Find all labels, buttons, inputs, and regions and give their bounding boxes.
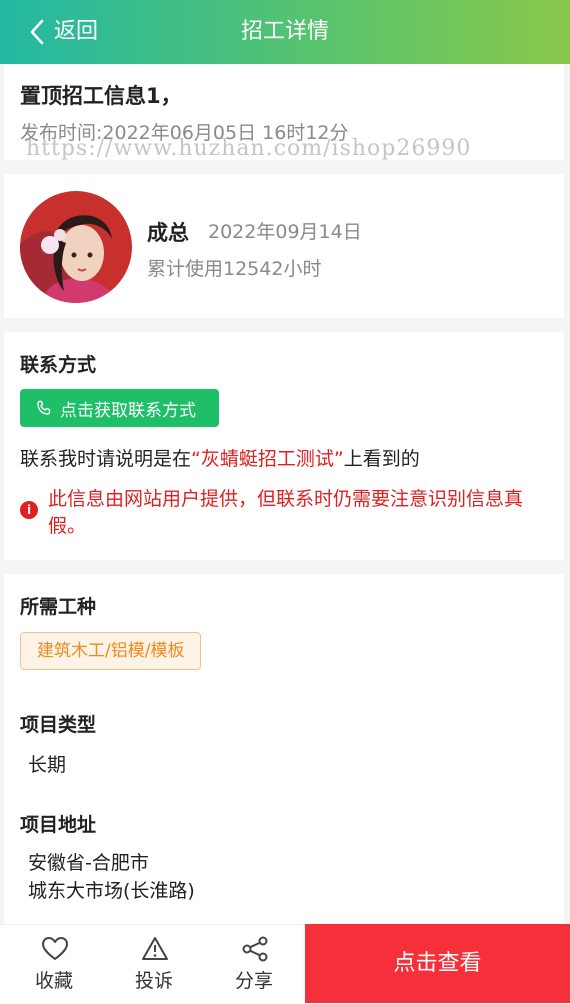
share-icon xyxy=(242,936,268,962)
favorite-button[interactable]: 收藏 xyxy=(4,925,104,1004)
section-divider xyxy=(0,160,570,174)
warning-triangle-icon xyxy=(142,937,168,960)
poster-date: 2022年09月14日 xyxy=(208,221,362,243)
right-gutter xyxy=(564,64,570,924)
watermark: https://www.huzhan.com/ishop26990 xyxy=(26,136,472,161)
warning-text: 此信息由网站用户提供，但联系时仍需要注意识别信息真假。 xyxy=(48,488,524,537)
poster-name: 成总 xyxy=(147,221,189,245)
left-gutter xyxy=(0,64,4,924)
report-button[interactable]: 投诉 xyxy=(104,925,204,1004)
project-address-heading: 项目地址 xyxy=(20,814,97,836)
contact-heading: 联系方式 xyxy=(20,354,97,376)
avatar[interactable] xyxy=(20,191,132,303)
project-address-line2: 城东大市场(长淮路) xyxy=(28,880,195,902)
project-type-heading: 项目类型 xyxy=(20,714,97,736)
trade-tag: 建筑木工/铝模/模板 xyxy=(20,632,202,670)
top-header: 返回 招工详情 xyxy=(0,0,570,64)
phone-icon xyxy=(37,400,51,415)
report-label: 投诉 xyxy=(134,970,173,992)
favorite-label: 收藏 xyxy=(34,970,73,992)
note-prefix: 联系我时请说明是在 xyxy=(20,448,192,470)
get-contact-label: 点击获取联系方式 xyxy=(60,400,196,421)
trade-heading: 所需工种 xyxy=(20,596,97,618)
poster-usage: 累计使用12542小时 xyxy=(147,258,322,280)
project-address-line1: 安徽省-合肥市 xyxy=(28,852,149,874)
share-label: 分享 xyxy=(234,970,273,992)
post-title: 置顶招工信息1， xyxy=(20,84,182,108)
share-button[interactable]: 分享 xyxy=(204,925,304,1004)
get-contact-button[interactable]: 点击获取联系方式 xyxy=(20,389,219,427)
section-divider xyxy=(0,318,570,332)
view-button[interactable]: 点击查看 xyxy=(305,924,570,1003)
section-divider xyxy=(0,560,570,574)
heart-icon xyxy=(42,937,68,960)
contact-note: 联系我时请说明是在“灰蜻蜓招工测试”上看到的 xyxy=(20,444,420,471)
note-highlight: “灰蜻蜓招工测试” xyxy=(191,448,344,470)
warning-icon: i xyxy=(20,501,38,519)
page-title: 招工详情 xyxy=(240,19,329,44)
note-suffix: 上看到的 xyxy=(343,448,420,470)
avatar-image xyxy=(20,191,132,303)
project-type-value: 长期 xyxy=(28,754,67,776)
